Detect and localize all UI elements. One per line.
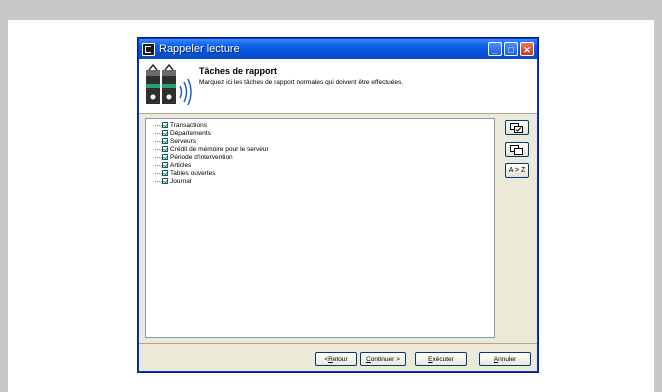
cancel-button[interactable]: Annuler xyxy=(479,352,531,366)
minimize-button[interactable]: _ xyxy=(488,42,502,56)
task-checkbox[interactable] xyxy=(162,170,168,176)
tree-connector xyxy=(152,177,162,185)
list-item[interactable]: Serveurs xyxy=(152,137,494,145)
cancel-label: nnuler xyxy=(498,355,517,363)
close-button[interactable]: ✕ xyxy=(520,42,534,56)
list-item[interactable]: Articles xyxy=(152,161,494,169)
task-checkbox[interactable] xyxy=(162,130,168,136)
task-label: Crédit de mémoire pour le serveur xyxy=(170,145,269,153)
select-all-button[interactable] xyxy=(505,120,529,135)
tree-connector xyxy=(152,121,162,129)
execute-label: xécuter xyxy=(432,355,454,363)
tree-connector xyxy=(152,129,162,137)
tree-connector xyxy=(152,161,162,169)
list-item[interactable]: Départements xyxy=(152,129,494,137)
task-label: Articles xyxy=(170,161,192,169)
task-checkbox[interactable] xyxy=(162,122,168,128)
execute-button[interactable]: Exécuter xyxy=(415,352,467,366)
title-bar[interactable]: Rappeler lecture _ □ ✕ xyxy=(139,39,537,59)
tree-connector xyxy=(152,153,162,161)
deselect-all-button[interactable] xyxy=(505,142,529,157)
page-title: Tâches de rapport xyxy=(199,66,278,76)
wizard-header: Tâches de rapport Marquez ici les tâches… xyxy=(139,59,537,114)
wizard-body: Transactions Départements Serveurs Crédi… xyxy=(139,114,537,341)
tree-connector xyxy=(152,145,162,153)
tree-connector xyxy=(152,169,162,177)
list-item[interactable]: Tables ouvertes xyxy=(152,169,494,177)
app-icon xyxy=(142,42,155,56)
back-label: etour xyxy=(332,355,348,363)
list-item[interactable]: Période d'intervention xyxy=(152,153,494,161)
list-item[interactable]: Journal xyxy=(152,177,494,185)
next-label: ontinuer > xyxy=(370,355,400,363)
task-checkbox[interactable] xyxy=(162,154,168,160)
page-subtitle: Marquez ici les tâches de rapport normal… xyxy=(199,79,404,86)
window-title: Rappeler lecture xyxy=(159,43,240,55)
back-button[interactable]: < Retour xyxy=(315,352,357,366)
task-checkbox[interactable] xyxy=(162,146,168,152)
report-binders-icon xyxy=(146,64,192,106)
task-tree[interactable]: Transactions Départements Serveurs Crédi… xyxy=(145,118,495,338)
task-label: Transactions xyxy=(170,121,207,129)
tree-connector xyxy=(152,137,162,145)
task-checkbox[interactable] xyxy=(162,138,168,144)
list-item[interactable]: Transactions xyxy=(152,121,494,129)
task-checkbox[interactable] xyxy=(162,178,168,184)
task-checkbox[interactable] xyxy=(162,162,168,168)
task-label: Départements xyxy=(170,129,211,137)
maximize-button[interactable]: □ xyxy=(504,42,518,56)
task-label: Tables ouvertes xyxy=(170,169,216,177)
task-label: Période d'intervention xyxy=(170,153,233,161)
wizard-window: Rappeler lecture _ □ ✕ Tâches de rapport… xyxy=(138,38,538,372)
task-label: Serveurs xyxy=(170,137,197,145)
next-button[interactable]: Continuer > xyxy=(360,352,406,366)
task-label: Journal xyxy=(170,177,192,185)
wizard-footer: < Retour Continuer > Exécuter Annuler xyxy=(139,343,537,372)
check-all-icon xyxy=(510,122,523,133)
uncheck-all-icon xyxy=(510,144,523,155)
sort-button[interactable]: A > Z xyxy=(505,163,529,178)
list-item[interactable]: Crédit de mémoire pour le serveur xyxy=(152,145,494,153)
